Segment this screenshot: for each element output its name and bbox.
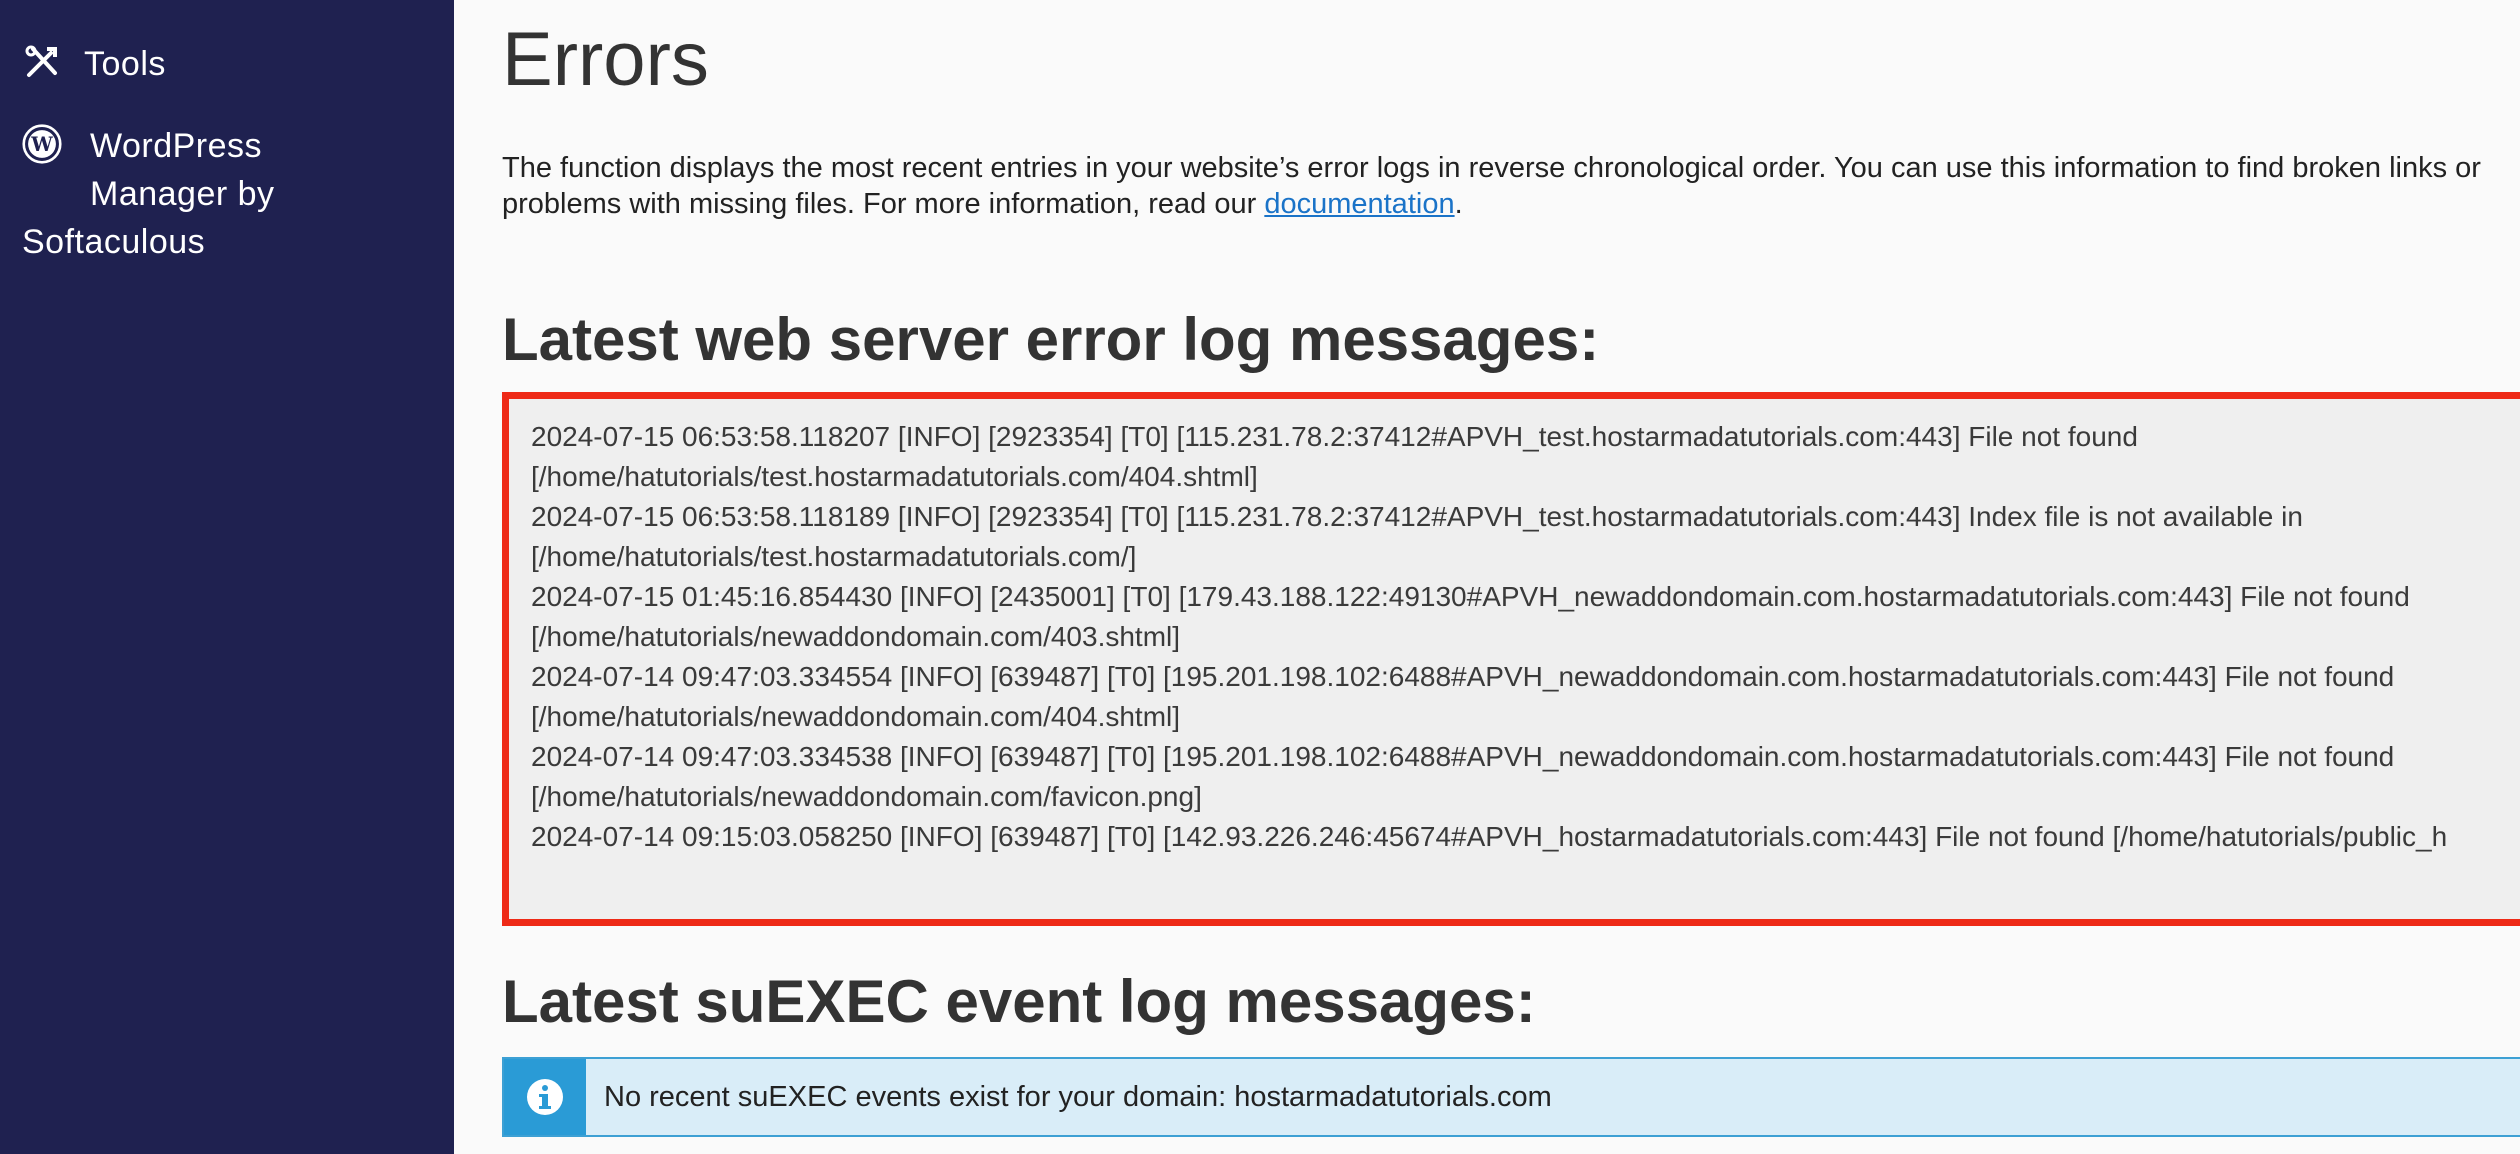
error-log-box[interactable]: 2024-07-15 06:53:58.118207 [INFO] [29233… xyxy=(502,392,2520,926)
sidebar: Tools W WordPress Manager by Softaculous xyxy=(0,0,454,1154)
log-entry: 2024-07-14 09:15:03.058250 [INFO] [63948… xyxy=(531,821,2448,852)
log-entry: 2024-07-15 06:53:58.118189 [INFO] [29233… xyxy=(531,501,2303,572)
svg-text:W: W xyxy=(30,133,53,156)
tools-icon xyxy=(22,40,62,84)
sidebar-item-tools[interactable]: Tools xyxy=(22,40,166,88)
page-title: Errors xyxy=(502,17,709,102)
page-description: The function displays the most recent en… xyxy=(502,152,2481,220)
suexec-notice: No recent suEXEC events exist for your d… xyxy=(502,1057,2520,1137)
suexec-log-heading: Latest suEXEC event log messages: xyxy=(502,968,1536,1035)
sidebar-item-label: WordPress Manager by Softaculous xyxy=(22,127,275,261)
notice-text: No recent suEXEC events exist for your d… xyxy=(604,1080,1552,1113)
documentation-link[interactable]: documentation xyxy=(1264,188,1454,220)
info-icon xyxy=(504,1059,586,1135)
log-entry: 2024-07-14 09:47:03.334554 [INFO] [63948… xyxy=(531,661,2395,732)
main-content: Errors The function displays the most re… xyxy=(454,0,2520,1154)
sidebar-item-wordpress-manager[interactable]: W WordPress Manager by Softaculous xyxy=(22,122,274,261)
log-entry: 2024-07-15 06:53:58.118207 [INFO] [29233… xyxy=(531,421,2138,492)
wordpress-icon: W xyxy=(22,122,62,166)
sidebar-item-label: Tools xyxy=(84,45,166,83)
log-entry: 2024-07-15 01:45:16.854430 [INFO] [24350… xyxy=(531,581,2410,652)
log-entry: 2024-07-14 09:47:03.334538 [INFO] [63948… xyxy=(531,741,2395,812)
error-log-heading: Latest web server error log messages: xyxy=(502,306,1600,373)
